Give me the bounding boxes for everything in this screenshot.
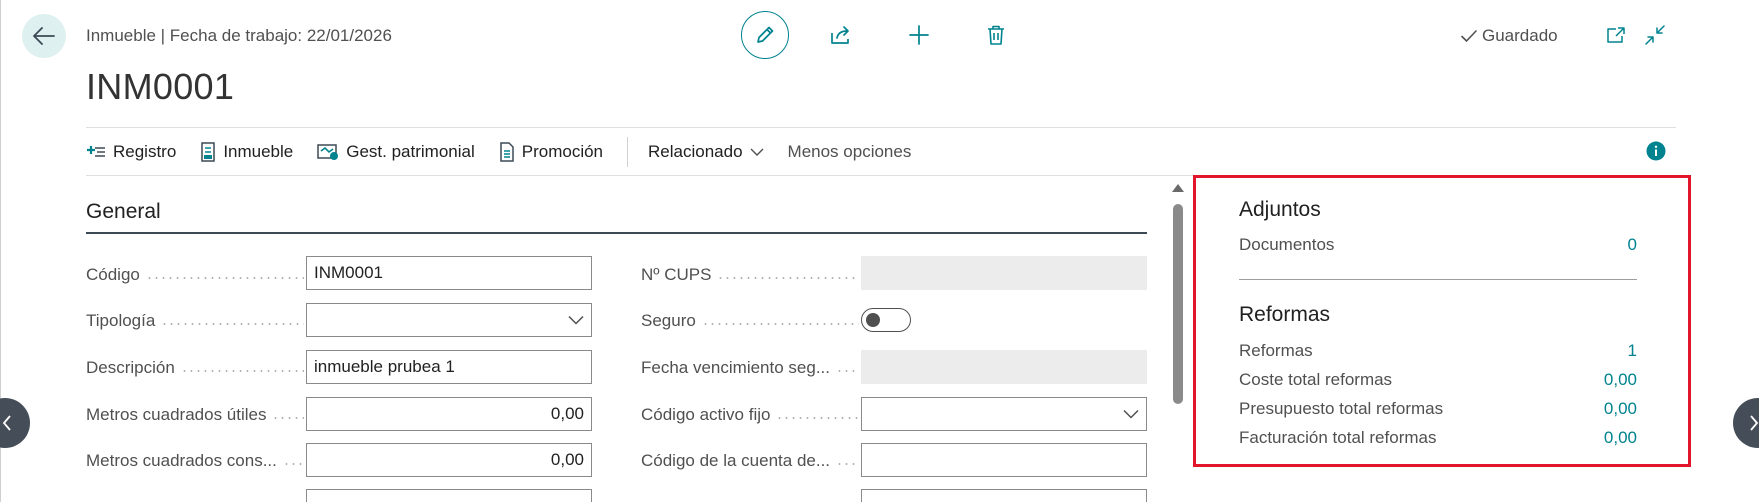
info-button[interactable] xyxy=(1646,141,1666,166)
factbox-row-label: Documentos xyxy=(1239,235,1335,254)
factbox-row-documentos[interactable]: Documentos 0 xyxy=(1239,235,1637,255)
chevron-down-icon xyxy=(750,148,764,156)
factbox-title-adjuntos: Adjuntos xyxy=(1239,198,1321,221)
field-label-codigo-cuenta: Código de la cuenta de... xyxy=(641,444,859,478)
factbox-row-facturacion-total[interactable]: Facturación total reformas 0,00 xyxy=(1239,428,1637,448)
factbox-row-value[interactable]: 0 xyxy=(1628,235,1637,255)
field-label-tipologia: Tipología xyxy=(86,304,304,338)
section-title-general[interactable]: General xyxy=(86,200,161,224)
delete-button[interactable] xyxy=(979,18,1013,52)
edit-button[interactable] xyxy=(741,11,789,59)
metros-utiles-input[interactable]: 0,00 xyxy=(306,397,592,431)
open-new-window-button[interactable] xyxy=(1599,18,1633,52)
share-icon xyxy=(831,26,849,44)
field-label-seguro: Seguro xyxy=(641,304,859,338)
checkmark-icon xyxy=(1461,30,1477,43)
less-options-button[interactable]: Menos opciones xyxy=(788,142,912,162)
action-promocion[interactable]: Promoción xyxy=(499,142,603,162)
metros-construidos-input[interactable]: 0,00 xyxy=(306,443,592,477)
document-icon xyxy=(201,142,216,162)
descripcion-input[interactable]: inmueble prubea 1 xyxy=(306,350,592,384)
document-list-icon xyxy=(500,142,514,162)
field-label-fecha-vencimiento: Fecha vencimiento seg... xyxy=(641,351,859,385)
action-bar: Registro Inmueble Gest. patrimonial Prom… xyxy=(86,137,935,167)
codigo-cuenta-input[interactable] xyxy=(861,443,1147,477)
factbox-row-label: Facturación total reformas xyxy=(1239,428,1437,447)
action-separator xyxy=(627,137,629,167)
collapse-icon xyxy=(1645,25,1665,45)
plus-icon xyxy=(909,25,929,45)
chevron-down-icon xyxy=(1123,409,1139,419)
open-in-new-window-icon xyxy=(1607,27,1625,43)
factbox-row-label: Presupuesto total reformas xyxy=(1239,399,1444,418)
new-button[interactable] xyxy=(902,18,936,52)
chevron-left-icon xyxy=(2,415,11,431)
fecha-vencimiento-input xyxy=(861,350,1147,384)
action-registro[interactable]: Registro xyxy=(86,142,176,162)
action-label: Menos opciones xyxy=(787,142,912,161)
factbox-row-label: Coste total reformas xyxy=(1239,370,1393,389)
scroll-up-arrow[interactable] xyxy=(1172,184,1184,192)
arrow-left-icon xyxy=(33,27,55,45)
action-label: Promoción xyxy=(521,142,604,161)
save-status-label: Guardado xyxy=(1482,26,1558,45)
pencil-icon xyxy=(757,26,774,43)
page-title: INM0001 xyxy=(86,66,235,107)
next-field-input[interactable] xyxy=(861,489,1147,502)
action-label: Relacionado xyxy=(648,142,743,161)
back-button[interactable] xyxy=(22,14,66,58)
add-record-icon xyxy=(87,146,105,157)
tipologia-select[interactable] xyxy=(306,303,592,337)
action-gest-patrimonial[interactable]: Gest. patrimonial xyxy=(317,142,475,162)
toggle-knob xyxy=(866,313,880,327)
factbox-row-label: Reformas xyxy=(1239,341,1313,360)
factbox-row-coste-total[interactable]: Coste total reformas 0,00 xyxy=(1239,370,1637,390)
previous-record-button[interactable] xyxy=(0,398,30,448)
field-label-metros-utiles: Metros cuadrados útiles xyxy=(86,398,304,432)
n-cups-input xyxy=(861,256,1147,290)
header-divider xyxy=(86,127,1676,128)
codigo-input[interactable]: INM0001 xyxy=(306,256,592,290)
factbox-row-value[interactable]: 0,00 xyxy=(1604,428,1637,448)
factbox-row-presupuesto-total[interactable]: Presupuesto total reformas 0,00 xyxy=(1239,399,1637,419)
factbox-row-value[interactable]: 0,00 xyxy=(1604,370,1637,390)
collapse-button[interactable] xyxy=(1638,18,1672,52)
chevron-down-icon xyxy=(568,315,584,325)
trash-icon xyxy=(988,25,1004,45)
chevron-right-icon xyxy=(1750,415,1759,431)
save-status: Guardado xyxy=(1460,26,1558,46)
action-inmueble[interactable]: Inmueble xyxy=(200,142,293,162)
share-button[interactable] xyxy=(824,18,858,52)
factbox-divider xyxy=(1239,279,1637,280)
breadcrumb: Inmueble | Fecha de trabajo: 22/01/2026 xyxy=(86,26,392,45)
codigo-activo-fijo-select[interactable] xyxy=(861,397,1147,431)
next-record-button[interactable] xyxy=(1733,398,1759,448)
info-icon xyxy=(1646,141,1666,161)
field-label-codigo-activo-fijo: Código activo fijo xyxy=(641,398,859,432)
field-label-n-cups: Nº CUPS xyxy=(641,258,859,292)
factbox-panel: Adjuntos Documentos 0 Reformas Reformas … xyxy=(1193,175,1691,467)
field-label-metros-construidos: Metros cuadrados cons... xyxy=(86,444,304,478)
action-relacionado[interactable]: Relacionado xyxy=(648,142,764,162)
field-label-codigo: Código xyxy=(86,258,304,292)
next-field-input[interactable] xyxy=(306,489,592,502)
factbox-title-reformas: Reformas xyxy=(1239,303,1331,326)
action-label: Inmueble xyxy=(223,142,294,161)
asset-management-icon xyxy=(317,144,339,160)
action-label: Registro xyxy=(113,142,177,161)
section-divider xyxy=(86,232,1147,234)
action-label: Gest. patrimonial xyxy=(346,142,475,161)
factbox-row-value[interactable]: 1 xyxy=(1628,341,1637,361)
factbox-row-value[interactable]: 0,00 xyxy=(1604,399,1637,419)
field-label-descripcion: Descripción xyxy=(86,351,304,385)
seguro-toggle[interactable] xyxy=(861,308,911,332)
factbox-row-reformas[interactable]: Reformas 1 xyxy=(1239,341,1637,361)
scrollbar-thumb[interactable] xyxy=(1173,204,1183,404)
